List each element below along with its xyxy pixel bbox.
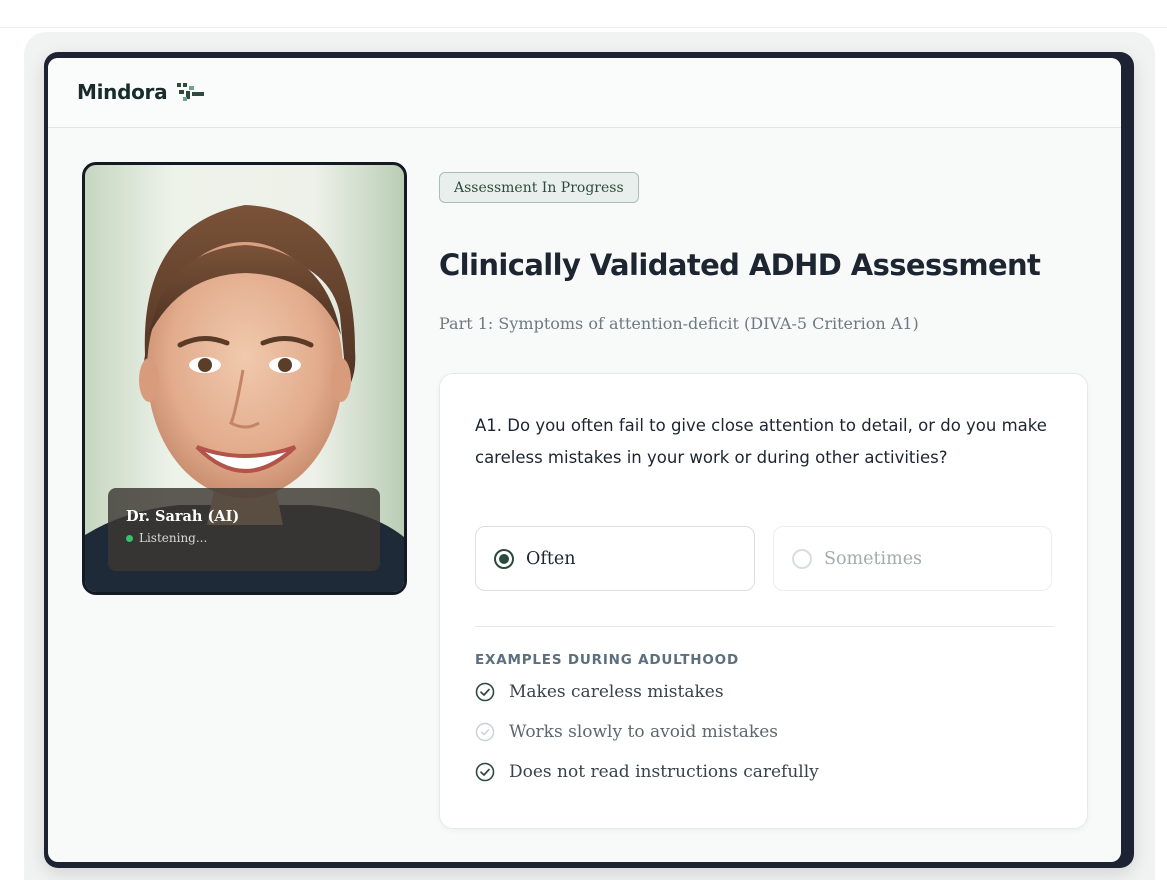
avatar-status-text: Listening... xyxy=(139,531,208,545)
app-header: Mindora xyxy=(48,58,1121,128)
avatar-caption: Dr. Sarah (AI) Listening... xyxy=(108,488,380,571)
check-circle-icon xyxy=(475,722,495,742)
radio-unselected-icon[interactable] xyxy=(792,548,812,569)
check-circle-icon xyxy=(475,682,495,702)
ai-avatar-card: Dr. Sarah (AI) Listening... xyxy=(82,162,407,595)
browser-top-strip xyxy=(0,0,1167,28)
example-label: Does not read instructions carefully xyxy=(509,762,819,782)
examples-heading: EXAMPLES DURING ADULTHOOD xyxy=(475,652,739,668)
device-frame: Mindora Dr. Sarah (AI) Listening... Asse… xyxy=(44,52,1134,868)
check-circle-icon xyxy=(475,762,495,782)
option-often[interactable]: Often xyxy=(475,526,755,591)
example-label: Works slowly to avoid mistakes xyxy=(509,722,779,742)
app-screen: Mindora Dr. Sarah (AI) Listening... Asse… xyxy=(48,58,1121,862)
page-subtitle: Part 1: Symptoms of attention-deficit (D… xyxy=(439,314,919,333)
example-label: Makes careless mistakes xyxy=(509,682,724,702)
question-card: A1. Do you often fail to give close atte… xyxy=(439,373,1088,829)
example-item: Works slowly to avoid mistakes xyxy=(475,722,778,742)
status-dot-icon xyxy=(126,534,133,542)
mindora-logo-icon xyxy=(177,83,205,101)
option-label: Sometimes xyxy=(824,548,923,569)
status-badge: Assessment In Progress xyxy=(439,172,639,203)
divider xyxy=(475,626,1054,627)
brand[interactable]: Mindora xyxy=(77,80,207,104)
page-title: Clinically Validated ADHD Assessment xyxy=(439,248,1041,282)
avatar-name: Dr. Sarah (AI) xyxy=(126,508,240,525)
question-text: A1. Do you often fail to give close atte… xyxy=(475,416,1047,467)
radio-selected-icon[interactable] xyxy=(494,548,514,569)
brand-name: Mindora xyxy=(77,80,168,104)
example-item: Makes careless mistakes xyxy=(475,682,724,702)
option-sometimes[interactable]: Sometimes xyxy=(773,526,1052,591)
option-label: Often xyxy=(526,548,576,569)
example-item: Does not read instructions carefully xyxy=(475,762,819,782)
avatar-status: Listening... xyxy=(126,531,362,545)
